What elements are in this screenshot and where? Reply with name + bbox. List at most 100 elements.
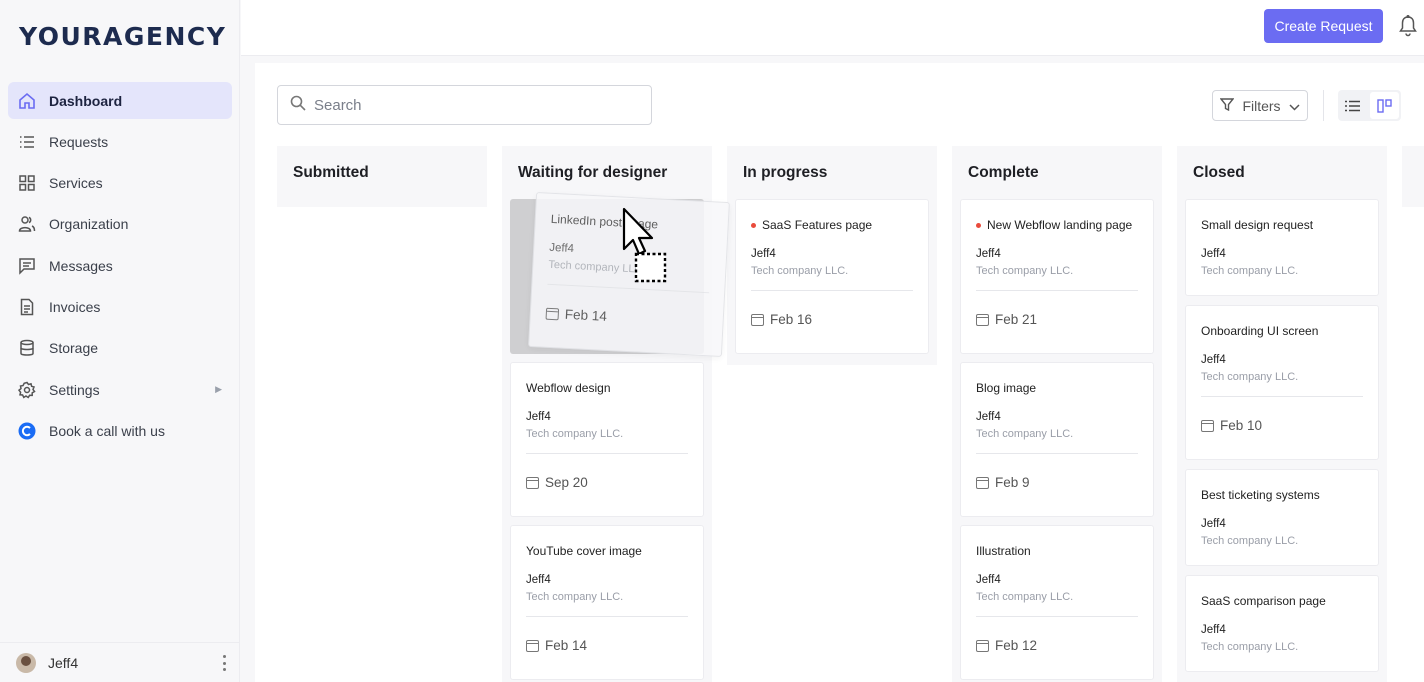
- sidebar-item-invoices[interactable]: Invoices: [8, 288, 232, 325]
- column-title: Closed: [1193, 164, 1245, 181]
- calendar-icon: [1201, 419, 1214, 432]
- request-card[interactable]: SaaS Features page Jeff4 Tech company LL…: [735, 199, 929, 354]
- card-user: Jeff4: [1201, 518, 1226, 530]
- card-title: Small design request: [1201, 218, 1314, 232]
- create-request-button[interactable]: Create Request: [1264, 9, 1383, 43]
- submenu-arrow-icon: ▶: [215, 384, 222, 395]
- message-icon: [17, 256, 37, 276]
- grid-icon: [17, 173, 37, 193]
- card-date: Feb 14: [526, 638, 688, 653]
- card-divider: [1201, 396, 1363, 397]
- due-date: Feb 21: [995, 312, 1038, 327]
- sidebar-item-organization[interactable]: Organization: [8, 206, 232, 243]
- sidebar-item-label: Messages: [49, 257, 113, 274]
- sidebar-item-label: Organization: [49, 216, 129, 233]
- drag-cursor-icon: [620, 207, 668, 283]
- list-view-button[interactable]: [1338, 90, 1368, 121]
- card-user: Jeff4: [976, 574, 1001, 586]
- sidebar-item-dashboard[interactable]: Dashboard: [8, 82, 232, 119]
- calendar-icon: [976, 313, 989, 326]
- calendar-icon: [751, 313, 764, 326]
- card-title: Illustration: [976, 544, 1031, 558]
- list-icon: [17, 132, 37, 152]
- user-profile[interactable]: Jeff4: [0, 642, 240, 682]
- sidebar-item-label: Book a call with us: [49, 422, 165, 439]
- card-divider: [976, 616, 1138, 617]
- search-box[interactable]: [277, 85, 652, 125]
- invoice-icon: [17, 297, 37, 317]
- card-company: Tech company LLC.: [1201, 641, 1299, 653]
- avatar: [16, 652, 36, 673]
- request-card[interactable]: Small design request Jeff4 Tech company …: [1185, 199, 1379, 296]
- card-company: Tech company LLC.: [976, 265, 1074, 277]
- due-date: Feb 10: [1220, 418, 1263, 433]
- card-divider: [751, 290, 913, 291]
- brand-logo[interactable]: YOURAGENCY: [19, 22, 226, 51]
- view-toggle: [1338, 90, 1401, 121]
- card-user: Jeff4: [526, 411, 551, 423]
- card-date: Feb 16: [751, 312, 913, 327]
- card-divider: [526, 616, 688, 617]
- sidebar-item-label: Invoices: [49, 298, 101, 315]
- card-date: Feb 9: [976, 475, 1138, 490]
- sidebar-item-messages[interactable]: Messages: [8, 247, 232, 284]
- card-date: Feb 14: [545, 306, 708, 329]
- card-company: Tech company LLC.: [976, 591, 1074, 603]
- due-date: Sep 20: [545, 475, 588, 490]
- card-title: SaaS comparison page: [1201, 594, 1326, 608]
- column-title: In progress: [743, 164, 828, 181]
- sidebar-item-storage[interactable]: Storage: [8, 330, 232, 367]
- column-title: Submitted: [293, 164, 369, 181]
- request-card[interactable]: YouTube cover image Jeff4 Tech company L…: [510, 525, 704, 680]
- users-icon: [17, 214, 37, 234]
- search-input[interactable]: [314, 96, 634, 114]
- card-company: Tech company LLC.: [1201, 371, 1299, 383]
- calendar-icon: [976, 639, 989, 652]
- request-card[interactable]: Onboarding UI screen Jeff4 Tech company …: [1185, 305, 1379, 460]
- more-options-icon[interactable]: [222, 655, 226, 671]
- card-company: Tech company LLC.: [751, 265, 849, 277]
- card-title: Blog image: [976, 381, 1037, 395]
- filter-icon: [1219, 97, 1235, 114]
- board-view-button[interactable]: [1369, 92, 1399, 119]
- chevron-down-icon: [1289, 98, 1300, 114]
- sidebar-nav: Dashboard Requests Services Organization…: [8, 82, 232, 454]
- column-in-progress: In progress SaaS Features page Jeff4 Tec…: [727, 146, 937, 365]
- calendar-icon: [526, 639, 539, 652]
- card-user: Jeff4: [1201, 354, 1226, 366]
- request-card[interactable]: Webflow design Jeff4 Tech company LLC. S…: [510, 362, 704, 517]
- sidebar-item-services[interactable]: Services: [8, 165, 232, 202]
- bell-icon[interactable]: [1398, 14, 1418, 37]
- card-date: Feb 10: [1201, 418, 1363, 433]
- sidebar-item-label: Storage: [49, 340, 99, 357]
- card-date: Feb 21: [976, 312, 1138, 327]
- request-card[interactable]: Blog image Jeff4 Tech company LLC. Feb 9: [960, 362, 1154, 517]
- card-user: Jeff4: [1201, 624, 1226, 636]
- due-date: Feb 16: [770, 312, 813, 327]
- card-divider: [526, 453, 688, 454]
- unread-dot: [976, 222, 981, 228]
- filters-button[interactable]: Filters: [1212, 90, 1308, 121]
- column-complete: Complete New Webflow landing page Jeff4 …: [952, 146, 1162, 682]
- toolbar-divider: [1323, 90, 1324, 121]
- sidebar-item-requests[interactable]: Requests: [8, 123, 232, 160]
- sidebar: YOURAGENCY Dashboard Requests Services O…: [0, 0, 240, 682]
- card-title-text: New Webflow landing page: [987, 218, 1133, 232]
- search-icon: [290, 95, 306, 116]
- card-user: Jeff4: [751, 248, 776, 260]
- card-company: Tech company LLC.: [526, 591, 624, 603]
- request-card[interactable]: Best ticketing systems Jeff4 Tech compan…: [1185, 469, 1379, 566]
- request-card[interactable]: New Webflow landing page Jeff4 Tech comp…: [960, 199, 1154, 354]
- request-card[interactable]: Illustration Jeff4 Tech company LLC. Feb…: [960, 525, 1154, 680]
- card-user: Jeff4: [1201, 248, 1226, 260]
- request-card[interactable]: SaaS comparison page Jeff4 Tech company …: [1185, 575, 1379, 672]
- due-date: Feb 9: [995, 475, 1030, 490]
- sidebar-item-book-call[interactable]: Book a call with us: [8, 412, 232, 449]
- sidebar-item-label: Dashboard: [49, 92, 123, 109]
- gear-icon: [17, 380, 37, 400]
- sidebar-item-settings[interactable]: Settings ▶: [8, 371, 232, 408]
- card-title: Best ticketing systems: [1201, 488, 1320, 502]
- column-closed: Closed Small design request Jeff4 Tech c…: [1177, 146, 1387, 682]
- calendar-icon: [976, 476, 989, 489]
- card-title-text: SaaS Features page: [762, 218, 873, 232]
